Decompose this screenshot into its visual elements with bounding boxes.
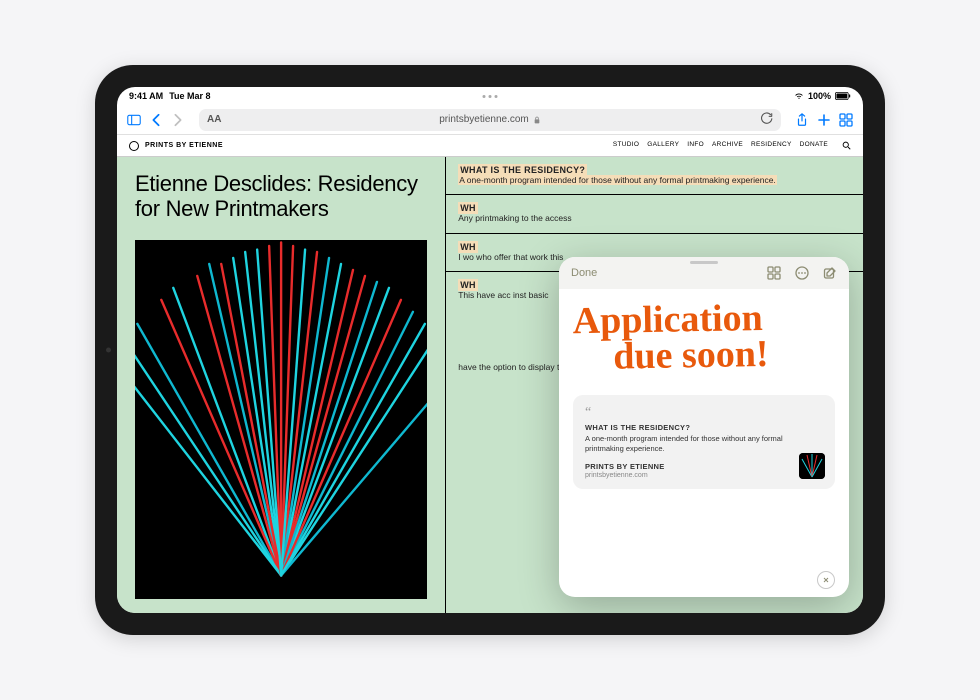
nav-residency[interactable]: RESIDENCY (751, 141, 792, 150)
quote-mark-icon: “ (585, 405, 823, 421)
site-logo-icon[interactable] (129, 141, 139, 151)
multitask-dots[interactable] (483, 95, 498, 98)
sidebar-toggle-button[interactable] (127, 113, 141, 127)
faq-section: WH Any printmaking to the access (446, 195, 863, 233)
share-button[interactable] (795, 113, 809, 127)
safari-toolbar: AA printsbyetienne.com (117, 105, 863, 135)
faq-body: Any printmaking to the access (458, 213, 851, 224)
address-bar[interactable]: AA printsbyetienne.com (199, 109, 781, 131)
more-icon[interactable] (795, 266, 809, 280)
battery-icon (835, 92, 851, 100)
gallery-icon[interactable] (767, 266, 781, 280)
quick-note-body[interactable]: Application due soon! “ WHAT IS THE RESI… (559, 289, 849, 569)
faq-body: A one-month program intended for those w… (458, 175, 777, 185)
safari-link-icon[interactable] (817, 571, 835, 589)
clip-domain: printsbyetienne.com (585, 472, 823, 479)
article-left-column: Etienne Desclides: Residency for New Pri… (117, 157, 445, 613)
back-button[interactable] (149, 113, 163, 127)
compose-icon[interactable] (823, 266, 837, 280)
handwritten-note: Application due soon! (572, 299, 835, 376)
search-icon[interactable] (842, 141, 851, 150)
status-time: 9:41 AM (129, 91, 163, 101)
tabs-overview-button[interactable] (839, 113, 853, 127)
article-headline: Etienne Desclides: Residency for New Pri… (135, 171, 427, 222)
nav-gallery[interactable]: GALLERY (647, 141, 679, 150)
status-date: Tue Mar 8 (169, 91, 210, 101)
clip-title: WHAT IS THE RESIDENCY? (585, 423, 823, 432)
front-camera (106, 348, 111, 353)
nav-donate[interactable]: DONATE (800, 141, 828, 150)
nav-studio[interactable]: STUDIO (613, 141, 639, 150)
nav-info[interactable]: INFO (687, 141, 704, 150)
drag-handle[interactable] (690, 261, 718, 264)
webpage-content: PRINTS BY ETIENNE STUDIO GALLERY INFO AR… (117, 135, 863, 613)
lock-icon (533, 116, 541, 124)
reader-aa-button[interactable]: AA (207, 114, 221, 125)
artwork-image (135, 240, 427, 599)
quick-note-panel[interactable]: Done Application due soon! “ WHAT IS THE (559, 257, 849, 597)
site-header: PRINTS BY ETIENNE STUDIO GALLERY INFO AR… (117, 135, 863, 157)
ipad-device-frame: 9:41 AM Tue Mar 8 100% (95, 65, 885, 635)
clip-thumbnail (799, 453, 825, 479)
reload-button[interactable] (761, 112, 773, 127)
site-logo-text[interactable]: PRINTS BY ETIENNE (145, 142, 223, 149)
wifi-icon (794, 92, 804, 100)
screen: 9:41 AM Tue Mar 8 100% (117, 87, 863, 613)
quick-note-footer (559, 569, 849, 597)
done-button[interactable]: Done (571, 267, 597, 279)
status-bar: 9:41 AM Tue Mar 8 100% (117, 87, 863, 105)
site-nav: STUDIO GALLERY INFO ARCHIVE RESIDENCY DO… (613, 141, 851, 150)
clip-source: PRINTS BY ETIENNE (585, 462, 823, 471)
new-tab-button[interactable] (817, 113, 831, 127)
handwriting-line-2: due soon! (613, 335, 836, 375)
quick-note-toolbar: Done (559, 257, 849, 289)
link-preview-card[interactable]: “ WHAT IS THE RESIDENCY? A one-month pro… (573, 395, 835, 489)
battery-percent: 100% (808, 91, 831, 101)
faq-section: WHAT IS THE RESIDENCY? A one-month progr… (446, 157, 863, 195)
forward-button[interactable] (171, 113, 185, 127)
nav-archive[interactable]: ARCHIVE (712, 141, 743, 150)
clip-body: A one-month program intended for those w… (585, 434, 823, 454)
url-text: printsbyetienne.com (439, 114, 529, 125)
